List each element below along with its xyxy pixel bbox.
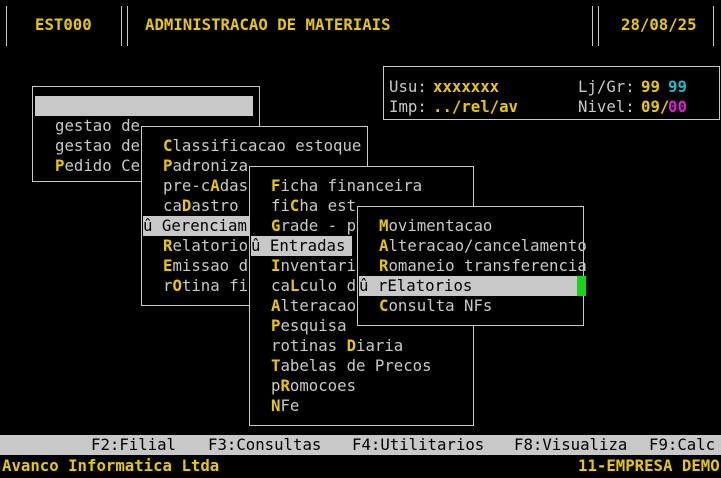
menu-item-ficha-estoque[interactable]: fiCha est <box>271 196 356 216</box>
menu-item-label: pre-c <box>163 176 211 195</box>
menu-item-label: Gerenciam <box>161 216 247 235</box>
menu-item-label: missao d <box>172 256 249 275</box>
menu-item-label: fi <box>271 196 290 215</box>
menu-item-label: Fe <box>280 396 300 415</box>
menu-item-gestao-3[interactable]: gestao de <box>55 136 140 156</box>
menu-item-romaneio[interactable]: Romaneio transferencia <box>379 256 587 276</box>
menu-item-hotkey: A <box>210 176 220 195</box>
menu-item-relatorio[interactable]: Relatorio <box>163 236 248 256</box>
menu-item-hotkey: D <box>181 196 192 215</box>
program-code: EST000 <box>35 15 92 34</box>
company-name: Avanco Informatica Ltda <box>2 456 220 475</box>
fkey-f3[interactable]: F3:Consultas <box>208 435 321 455</box>
menu-item-label: esquisa <box>280 316 347 335</box>
menu-item-gerenciamento[interactable]: û Gerenciam <box>143 216 253 236</box>
menu-item-classificacao[interactable]: Classificacao estoque <box>163 136 361 156</box>
menu-item-alteracao[interactable]: Alteracao <box>271 296 356 316</box>
nivel-label: Nivel: <box>578 97 635 116</box>
fkey-f2[interactable]: F2:Filial <box>91 435 176 455</box>
code-box: EST000 <box>6 6 122 46</box>
menu-item-label: lteracao <box>280 296 357 315</box>
menu-item-label: ca <box>163 196 182 215</box>
menu-item-hotkey: O <box>172 276 182 295</box>
menu-item-label: û <box>251 236 270 255</box>
menu-item-label: û <box>143 216 162 235</box>
menu-item-gestao-2[interactable]: gestao de <box>55 116 140 136</box>
menu-item-label: Entradas <box>269 236 346 255</box>
menu-item-label: icha financeira <box>280 176 423 195</box>
imp-label: Imp: <box>389 97 427 116</box>
usu-value: xxxxxxx <box>433 77 500 96</box>
menu-item-label: das <box>219 176 249 195</box>
date-box: 28/08/25 <box>598 6 714 46</box>
menu-item-label: onsulta NFs <box>388 296 493 315</box>
menu-item-label: omocoes <box>289 376 357 395</box>
menu-item-consulta-nfs[interactable]: Consulta NFs <box>379 296 492 316</box>
menu-item-movimentacao[interactable]: Movimentacao <box>379 216 492 236</box>
menu-item-label: rotinas <box>271 336 347 355</box>
menu-item-label: elatorio <box>172 236 249 255</box>
function-key-bar: F2:Filial F3:Consultas F4:Utilitarios F8… <box>0 435 721 455</box>
menu-item-label: lteracao/cancelamento <box>388 236 587 255</box>
menu-item-rotinas-diaria[interactable]: rotinas Diaria <box>271 336 403 356</box>
menu-item-label: Elatorios <box>387 276 473 295</box>
menu-item-label: nventari <box>280 256 357 275</box>
menu-item-label: gestao de <box>55 116 141 135</box>
lj-value: 99 <box>641 77 660 96</box>
menu-item-promocoes[interactable]: pRomocoes <box>271 376 356 396</box>
menu-item-label: lassificacao estoque <box>172 136 362 155</box>
menu-item-label: iaria <box>356 336 404 355</box>
gr-value: 99 <box>668 77 687 96</box>
menu-item-hotkey: L <box>289 276 300 295</box>
menu-item-ficha-financeira[interactable]: Ficha financeira <box>271 176 422 196</box>
ljgr-label: Lj/Gr: <box>578 77 635 96</box>
header-date: 28/08/25 <box>621 15 697 34</box>
menu-item-pedido[interactable]: Pedido Ce <box>55 156 140 176</box>
menu-item-gestao-estoque[interactable]: û gestao de Estoque <box>35 96 253 135</box>
menu-item-tabelas-precos[interactable]: Tabelas de Precos <box>271 356 432 376</box>
menu-item-label: ha est <box>299 196 357 215</box>
menu-item-label: û r <box>359 276 388 295</box>
imp-value: ../rel/av <box>433 97 519 116</box>
menu-item-nfe[interactable]: NFe <box>271 396 299 416</box>
menu-item-label: edido Ce <box>64 156 141 175</box>
app-title: ADMINISTRACAO DE MATERIAIS <box>145 15 391 34</box>
menu-item-label: tina fi <box>181 276 249 295</box>
menu-item-label: ca <box>271 276 290 295</box>
menu-item-entradas[interactable]: û Entradas <box>251 236 352 256</box>
nivel-value-2: 00 <box>668 97 687 116</box>
menu-item-label: rade - p <box>280 216 357 235</box>
empresa-label: 11-EMPRESA DEMO <box>578 456 720 475</box>
menu-item-relatorios[interactable]: û rElatorios <box>359 276 577 296</box>
menu-item-calculo[interactable]: caLculo d <box>271 276 356 296</box>
menu-item-cadastro[interactable]: caDastro <box>163 196 239 216</box>
menu-item-hotkey: R <box>280 376 290 395</box>
text-cursor <box>577 276 586 296</box>
menu-item-inventario[interactable]: Inventari <box>271 256 356 276</box>
menu-item-padroniza[interactable]: Padroniza <box>163 156 248 176</box>
menu-item-label: adroniza <box>172 156 249 175</box>
fkey-f4[interactable]: F4:Utilitarios <box>352 435 484 455</box>
menu-item-label: ovimentacao <box>388 216 493 235</box>
menu-item-label: culo d <box>299 276 357 295</box>
usu-label: Usu: <box>389 77 427 96</box>
fkey-f8[interactable]: F8:Visualiza <box>514 435 627 455</box>
menu-item-label: omaneio transferencia <box>388 256 587 275</box>
menu-item-grade[interactable]: Grade - p <box>271 216 356 236</box>
menu-item-emissao[interactable]: Emissao d <box>163 256 248 276</box>
menu-item-rotina[interactable]: rOtina fi <box>163 276 248 296</box>
fkey-f9[interactable]: F9:Calc <box>649 435 715 455</box>
nivel-value: 09/ <box>641 97 670 116</box>
menu-item-hotkey: C <box>289 196 300 215</box>
menu-item-label: abelas de Precos <box>280 356 432 375</box>
menu-item-label: astro <box>191 196 239 215</box>
menu-item-label: gestao de <box>55 136 141 155</box>
menu-item-pre-cadastros[interactable]: pre-cAdas <box>163 176 248 196</box>
title-box: ADMINISTRACAO DE MATERIAIS <box>127 6 593 46</box>
menu-item-pesquisa[interactable]: Pesquisa <box>271 316 347 336</box>
menu-item-hotkey: D <box>346 336 357 355</box>
menu-item-alteracao-cancelamento[interactable]: Alteracao/cancelamento <box>379 236 587 256</box>
